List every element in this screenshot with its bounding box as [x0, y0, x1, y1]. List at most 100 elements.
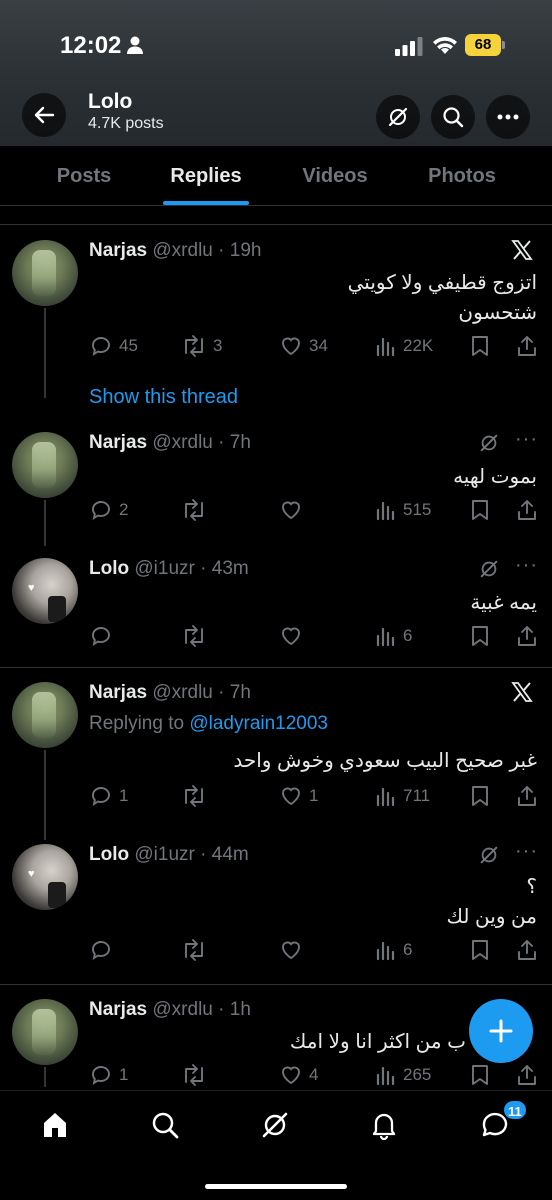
back-button[interactable]: [22, 93, 66, 137]
avatar[interactable]: [12, 432, 78, 498]
author-handle[interactable]: @i1uzr: [134, 844, 194, 865]
views-button[interactable]: 265: [375, 1063, 431, 1087]
bookmark-button[interactable]: [469, 498, 497, 522]
author-handle[interactable]: @xrdlu: [152, 682, 212, 703]
nav-grok[interactable]: [255, 1105, 295, 1145]
avatar[interactable]: [12, 240, 78, 306]
reply-icon: [92, 941, 110, 960]
tweet-time[interactable]: 1h: [230, 999, 251, 1020]
search-button[interactable]: [431, 95, 475, 139]
views-button[interactable]: 711: [375, 784, 430, 808]
repost-button[interactable]: 3: [181, 334, 222, 358]
share-button[interactable]: [515, 1063, 545, 1087]
reply-button[interactable]: 45: [89, 334, 138, 358]
author-name[interactable]: Narjas: [89, 432, 147, 453]
share-button[interactable]: [515, 334, 545, 358]
bookmark-button[interactable]: [469, 624, 497, 648]
repost-button[interactable]: [181, 784, 213, 808]
views-icon: [376, 501, 395, 521]
bookmark-icon: [472, 336, 488, 356]
author-name[interactable]: Narjas: [89, 999, 147, 1020]
like-button[interactable]: [279, 624, 309, 648]
show-thread-link[interactable]: Show this thread: [89, 386, 238, 409]
more-options-icon[interactable]: ···: [515, 554, 538, 577]
author-handle[interactable]: @xrdlu: [152, 240, 212, 261]
repost-button[interactable]: [181, 624, 213, 648]
nav-notifications[interactable]: [364, 1105, 404, 1145]
views-button[interactable]: 22K: [375, 334, 433, 358]
like-icon: [282, 501, 300, 520]
more-options-icon[interactable]: ···: [515, 840, 538, 863]
tab-replies[interactable]: Replies: [160, 146, 252, 206]
grok-button[interactable]: [376, 95, 420, 139]
tweet-time[interactable]: 7h: [230, 682, 251, 703]
views-icon: [376, 787, 395, 807]
repost-button[interactable]: [181, 938, 213, 962]
share-button[interactable]: [515, 784, 545, 808]
avatar[interactable]: [12, 999, 78, 1065]
compose-button[interactable]: [469, 999, 533, 1063]
tab-videos[interactable]: Videos: [288, 146, 382, 206]
views-button[interactable]: 6: [375, 938, 412, 962]
tweet-time[interactable]: 44m: [212, 844, 249, 865]
repost-button[interactable]: [181, 498, 213, 522]
views-icon: [376, 941, 395, 961]
x-logo-icon: [511, 682, 533, 702]
reply-button[interactable]: 1: [89, 1063, 128, 1087]
profile-tabs: Posts Replies Videos Photos: [0, 146, 552, 206]
avatar[interactable]: ♥: [12, 558, 78, 624]
tweet-time[interactable]: 43m: [212, 558, 249, 579]
avatar[interactable]: [12, 682, 78, 748]
views-button[interactable]: 6: [375, 624, 412, 648]
like-button[interactable]: 4: [279, 1063, 318, 1087]
share-button[interactable]: [515, 938, 545, 962]
repost-count: 3: [213, 336, 223, 355]
tab-photos[interactable]: Photos: [412, 146, 512, 206]
avatar[interactable]: ♥: [12, 844, 78, 910]
more-options-icon[interactable]: ···: [515, 428, 538, 451]
author-name[interactable]: Lolo: [89, 558, 129, 579]
author-handle[interactable]: @xrdlu: [152, 432, 212, 453]
post-count: 4.7K posts: [88, 115, 164, 132]
signal-icon: [395, 37, 423, 56]
author-name[interactable]: Narjas: [89, 682, 147, 703]
author-name[interactable]: Lolo: [89, 844, 129, 865]
grok-icon[interactable]: [478, 432, 500, 454]
author-handle[interactable]: @i1uzr: [134, 558, 194, 579]
author-handle[interactable]: @xrdlu: [152, 999, 212, 1020]
bookmark-button[interactable]: [469, 1063, 497, 1087]
reply-button[interactable]: 1: [89, 784, 128, 808]
tweet-text: بموت لهيه: [453, 466, 537, 488]
views-button[interactable]: 515: [375, 498, 431, 522]
reply-button[interactable]: [89, 938, 119, 962]
more-button[interactable]: [486, 95, 530, 139]
reply-count: 1: [119, 786, 129, 805]
nav-home[interactable]: [35, 1105, 75, 1145]
reply-button[interactable]: 2: [89, 498, 128, 522]
bookmark-button[interactable]: [469, 938, 497, 962]
like-button[interactable]: 34: [279, 334, 328, 358]
replying-to-handle[interactable]: @ladyrain12003: [189, 713, 328, 734]
share-button[interactable]: [515, 498, 545, 522]
thread-line: [44, 750, 46, 840]
repost-icon: [185, 499, 203, 521]
tab-posts[interactable]: Posts: [40, 146, 128, 206]
repost-button[interactable]: [181, 1063, 213, 1087]
author-name[interactable]: Narjas: [89, 240, 147, 261]
nav-search[interactable]: [145, 1105, 185, 1145]
tweet-time[interactable]: 7h: [230, 432, 251, 453]
bookmark-button[interactable]: [469, 784, 497, 808]
bookmark-button[interactable]: [469, 334, 497, 358]
share-icon: [518, 1065, 536, 1085]
tweet-actions: 6: [89, 624, 541, 652]
person-icon: [127, 36, 143, 54]
like-button[interactable]: [279, 938, 309, 962]
tweet-time[interactable]: 19h: [230, 240, 262, 261]
tweet-actions: 45 3 34 22K: [89, 334, 541, 362]
share-button[interactable]: [515, 624, 545, 648]
reply-button[interactable]: [89, 624, 119, 648]
like-button[interactable]: 1: [279, 784, 318, 808]
grok-icon[interactable]: [478, 558, 500, 580]
like-button[interactable]: [279, 498, 309, 522]
grok-icon[interactable]: [478, 844, 500, 866]
